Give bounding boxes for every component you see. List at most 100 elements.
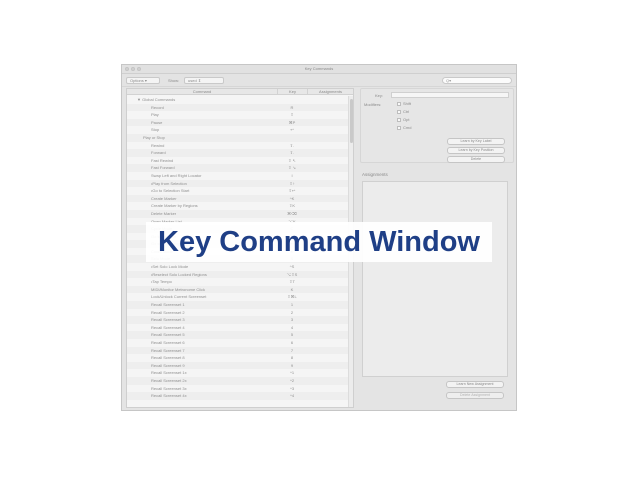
command-row[interactable]: Delete Marker ⌘⌫ <box>127 209 353 218</box>
column-key[interactable]: Key <box>277 89 307 94</box>
key-field[interactable] <box>391 92 509 98</box>
command-row[interactable]: Record R <box>127 103 353 112</box>
delete-button[interactable]: Delete <box>447 156 505 163</box>
learn-by-key-label-button[interactable]: Learn by Key Label <box>447 138 505 145</box>
modifier-opt-label: Opt <box>403 117 410 122</box>
command-name: Create Marker by Regions <box>151 203 198 209</box>
show-filter-select[interactable]: used ⇕ <box>184 77 224 84</box>
command-assignment <box>307 301 353 309</box>
show-value: used <box>188 78 197 83</box>
chevron-down-icon: ▾ <box>144 78 147 83</box>
command-row[interactable]: Recall Screenset 2 2 <box>127 309 353 317</box>
command-row[interactable]: Forward ⇧. <box>127 149 353 157</box>
command-name: Record <box>151 104 164 110</box>
command-key: K <box>290 286 294 292</box>
command-key: ^K <box>289 195 295 201</box>
command-assignment <box>307 362 353 370</box>
command-row[interactable]: Recall Screenset 4x ^4 <box>127 392 353 400</box>
column-assignments[interactable]: Assignments <box>307 89 353 94</box>
command-assignment <box>307 369 353 377</box>
modifier-cmd-checkbox[interactable]: Cmd <box>397 125 427 131</box>
command-row[interactable]: •Play from Selection ⇧↑ <box>127 179 353 188</box>
command-name: Recall Screenset 1 <box>151 302 185 308</box>
command-key: ⇧. <box>289 142 295 148</box>
learn-new-assignment-button[interactable]: Learn New Assignment <box>446 381 504 388</box>
command-key: 9 <box>290 362 294 368</box>
command-row[interactable]: Lock/Unlock Current Screenset ⇧⌘L <box>127 293 353 301</box>
command-row[interactable]: Pause ⌘P <box>127 118 353 127</box>
delete-assignment-button[interactable]: Delete Assignment <box>446 392 504 399</box>
column-command[interactable]: Command <box>127 89 277 94</box>
checkbox-icon <box>397 117 401 122</box>
command-row[interactable]: Rewind ⇧. <box>127 142 353 150</box>
command-row[interactable]: •Set Solo Lock Mode ^S <box>127 263 353 271</box>
command-name: Forward <box>151 150 166 156</box>
command-assignment <box>307 331 353 339</box>
command-name: Play or Stop <box>143 134 165 140</box>
command-row[interactable]: Recall Screenset 6 6 <box>127 339 353 347</box>
command-assignment <box>307 180 353 188</box>
command-assignment <box>307 149 353 157</box>
command-row[interactable]: Recall Screenset 2x ^2 <box>127 376 353 385</box>
command-row[interactable]: Fast Rewind ⇧ ↖ <box>127 157 353 165</box>
command-assignment <box>307 111 353 119</box>
command-assignment <box>307 157 353 165</box>
command-row[interactable]: •Go to Selection Start ⇧↩ <box>127 187 353 195</box>
command-row[interactable]: Recall Screenset 3x ^3 <box>127 385 353 393</box>
command-assignment <box>307 104 353 112</box>
command-row[interactable]: Play ⇧ <box>127 111 353 119</box>
command-key: R <box>290 104 294 110</box>
command-row[interactable]: Play or Stop <box>127 133 353 142</box>
checkbox-icon <box>397 109 401 114</box>
command-row[interactable]: Recall Screenset 9 9 <box>127 361 353 370</box>
command-assignment <box>307 187 353 195</box>
command-row[interactable]: Recall Screenset 7 7 <box>127 346 353 355</box>
assignments-list[interactable] <box>362 181 508 377</box>
command-key: 2 <box>290 309 294 315</box>
command-name: Fast Rewind <box>151 157 174 163</box>
command-row[interactable]: •Tap Tempo ⇧T <box>127 278 353 286</box>
command-assignment <box>307 339 353 347</box>
options-label: Options <box>130 78 144 83</box>
command-row[interactable]: Recall Screenset 8 8 <box>127 354 353 362</box>
command-row[interactable]: Create Marker by Regions ⇧K <box>127 202 353 210</box>
command-row[interactable]: Create Marker ^K <box>127 194 353 203</box>
command-key: ⇧↑ <box>289 180 295 186</box>
command-row[interactable]: ▼ Global Commands <box>127 96 353 104</box>
search-input[interactable]: Q▾ <box>442 77 512 84</box>
command-name: •Set Solo Lock Mode <box>151 264 189 270</box>
command-key: 7 <box>290 347 294 353</box>
options-menu[interactable]: Options ▾ <box>126 77 160 84</box>
command-name: Delete Marker <box>151 210 177 216</box>
command-key: I <box>291 172 293 178</box>
command-assignment <box>307 210 353 218</box>
modifier-opt-checkbox[interactable]: Opt <box>397 117 427 123</box>
command-assignment <box>307 271 353 279</box>
modifier-shift-checkbox[interactable]: Shift <box>397 101 427 107</box>
command-row[interactable]: Recall Screenset 5 5 <box>127 331 353 339</box>
command-row[interactable]: Fast Forward ⇧ ↘ <box>127 164 353 172</box>
modifier-ctrl-checkbox[interactable]: Ctrl <box>397 109 427 115</box>
command-name: Recall Screenset 8 <box>151 355 185 361</box>
command-name: Lock/Unlock Current Screenset <box>151 294 207 300</box>
command-row[interactable]: Recall Screenset 1 1 <box>127 301 353 309</box>
command-row[interactable]: Recall Screenset 3 3 <box>127 316 353 324</box>
command-assignment <box>307 278 353 286</box>
command-assignment <box>307 286 353 294</box>
show-label: Show: <box>168 78 180 83</box>
command-row[interactable]: Swap Left and Right Locator I <box>127 172 353 180</box>
command-key: 8 <box>290 355 294 361</box>
window-title: Key Commands <box>304 66 334 71</box>
scrollbar-thumb[interactable] <box>350 99 353 143</box>
command-key: ⇧ ↘ <box>288 165 296 171</box>
command-row[interactable]: Stop ↩ <box>127 126 353 134</box>
command-assignment <box>307 172 353 180</box>
command-row[interactable]: MIDI/Monitor Metronome Click K <box>127 285 353 294</box>
command-row[interactable]: Recall Screenset 4 4 <box>127 324 353 332</box>
checkbox-icon <box>397 125 401 130</box>
command-row[interactable]: •Reselect Solo Locked Regions ⌥⇧S <box>127 270 353 279</box>
learn-by-key-position-button[interactable]: Learn by Key Position <box>447 147 505 154</box>
command-assignment <box>307 309 353 317</box>
command-key: ⇧ <box>290 112 294 118</box>
command-row[interactable]: Recall Screenset 1x ^1 <box>127 369 353 377</box>
